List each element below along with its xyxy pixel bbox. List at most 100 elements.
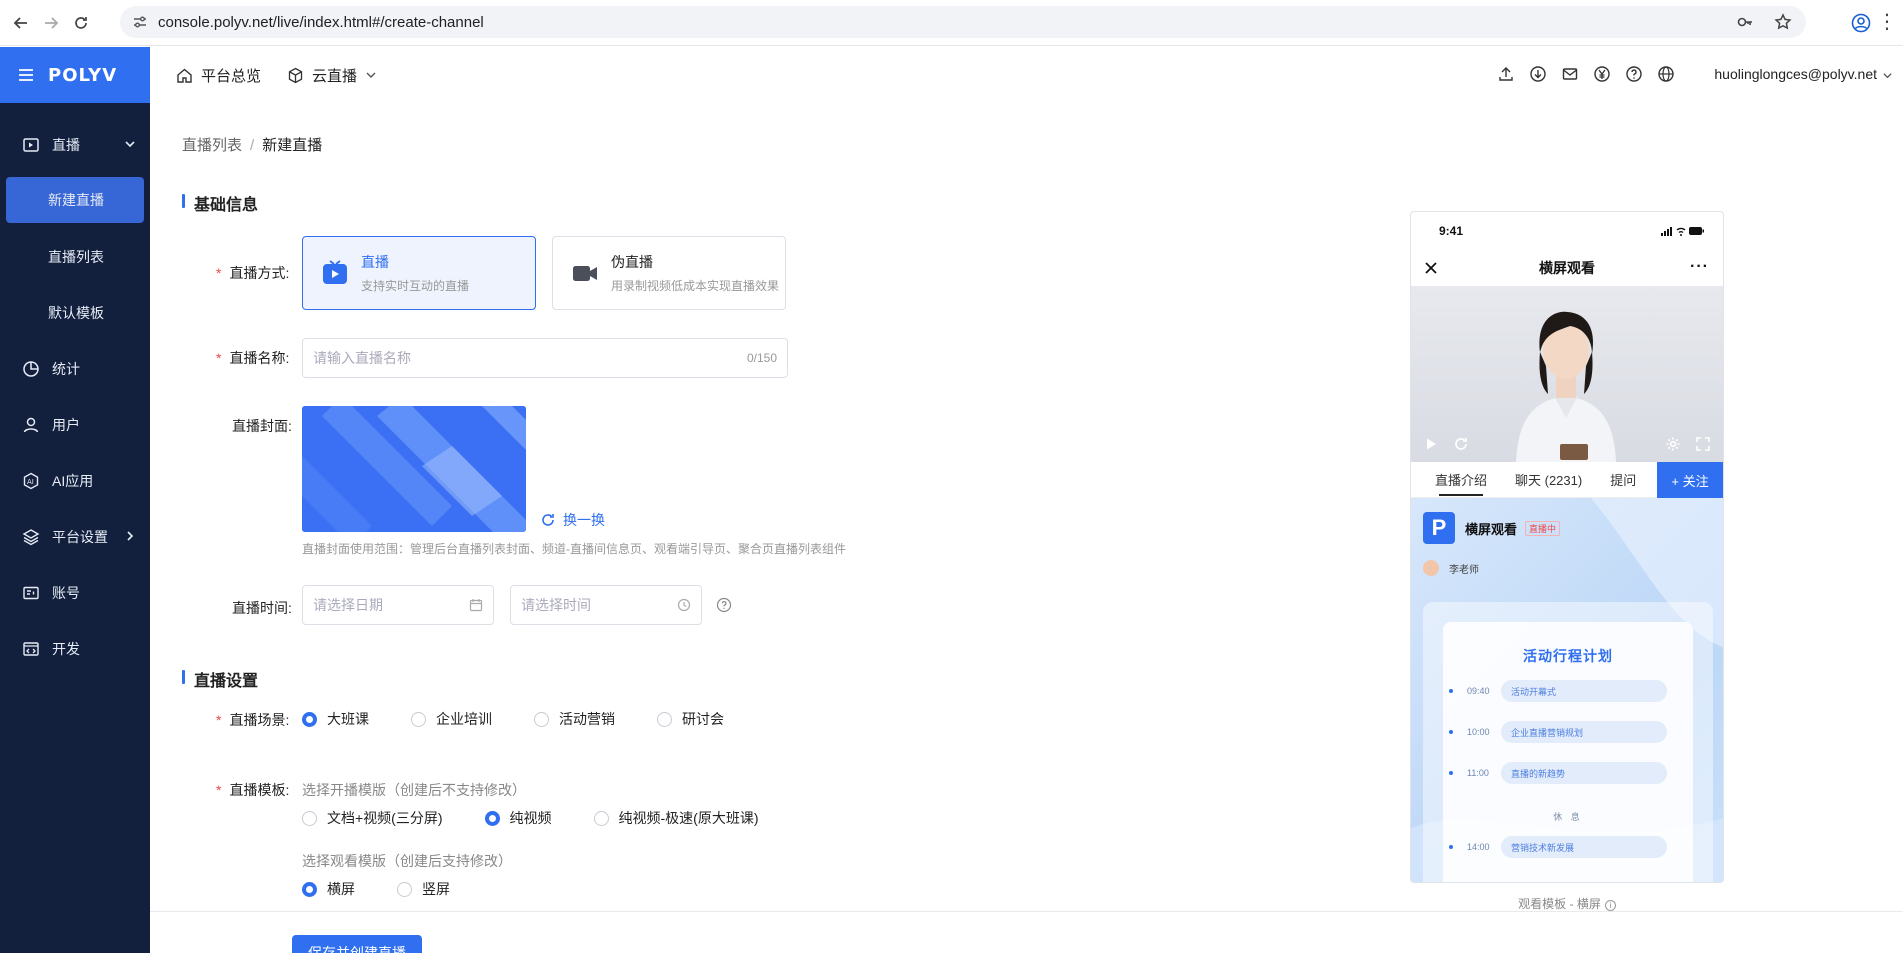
section-basic-info: 基础信息	[182, 191, 258, 215]
url-text: console.polyv.net/live/index.html#/creat…	[158, 13, 484, 31]
brand-logo: POLYV	[48, 64, 118, 86]
sidebar-item-new-live[interactable]: 新建直播	[6, 177, 144, 223]
site-settings-icon[interactable]	[132, 14, 148, 30]
sidebar-item-live[interactable]: 直播	[0, 117, 150, 173]
follow-button[interactable]: + 关注	[1657, 462, 1723, 498]
refresh-icon	[542, 514, 554, 526]
breadcrumb: 直播列表 / 新建直播	[182, 134, 322, 155]
close-icon[interactable]	[1423, 260, 1439, 276]
phone-tabs: 直播介绍 聊天 (2231) 提问 + 关注	[1411, 462, 1723, 498]
billing-yen-icon[interactable]	[1593, 65, 1611, 83]
language-globe-icon[interactable]	[1657, 65, 1675, 83]
sidebar-item-ai[interactable]: AI AI应用	[0, 453, 150, 509]
forward-icon[interactable]	[36, 8, 66, 38]
home-icon	[177, 68, 192, 83]
time-placeholder: 请选择时间	[521, 597, 591, 613]
nav-cloud-live[interactable]: 云直播	[287, 65, 377, 86]
bookmark-star-icon[interactable]	[1774, 13, 1792, 31]
help-icon[interactable]	[1625, 65, 1643, 83]
template-radio-pure-video[interactable]: 纯视频	[484, 808, 552, 828]
channel-name: 横屏观看	[1465, 521, 1518, 537]
tab-intro[interactable]: 直播介绍	[1435, 462, 1487, 498]
cover-swap-button[interactable]: 换一换	[540, 510, 605, 530]
account-email[interactable]: huolinglongces@polyv.net	[1714, 66, 1877, 82]
mail-icon[interactable]	[1561, 65, 1579, 83]
address-bar[interactable]: console.polyv.net/live/index.html#/creat…	[120, 6, 1806, 38]
fullscreen-icon[interactable]	[1695, 436, 1711, 452]
sidebar-item-label: 开发	[52, 641, 80, 657]
mode-live-card[interactable]: 直播 支持实时互动的直播	[302, 236, 536, 310]
top-header: 平台总览 云直播 huolinglongces@polyv.net	[150, 47, 1903, 103]
sidebar-item-label: 账号	[52, 585, 80, 601]
scene-radio-event-marketing[interactable]: 活动营销	[534, 709, 615, 729]
menu-toggle-icon[interactable]	[18, 68, 34, 82]
sidebar-item-live-list[interactable]: 直播列表	[0, 229, 150, 285]
scene-radio-seminar[interactable]: 研讨会	[657, 709, 724, 729]
rest-divider: 休 息	[1553, 812, 1583, 822]
watch-radio-portrait[interactable]: 竖屏	[397, 879, 450, 899]
sidebar-item-platform-settings[interactable]: 平台设置	[0, 509, 150, 565]
mode-title: 直播	[361, 254, 389, 270]
back-icon[interactable]	[6, 8, 36, 38]
time-picker-input[interactable]: 请选择时间	[510, 585, 702, 625]
breadcrumb-parent[interactable]: 直播列表	[182, 137, 242, 154]
plan-title: 活动行程计划	[1523, 648, 1613, 664]
reload-icon[interactable]	[66, 8, 96, 38]
clock-icon	[677, 598, 691, 612]
scene-radio-enterprise-training[interactable]: 企业培训	[411, 709, 492, 729]
sidebar-item-account[interactable]: 账号	[0, 565, 150, 621]
more-icon[interactable]: ···	[1690, 258, 1709, 276]
watch-template-radio-group: 横屏 竖屏	[302, 879, 492, 899]
watch-radio-landscape[interactable]: 横屏	[302, 879, 355, 899]
settings-gear-icon[interactable]	[1665, 436, 1681, 452]
start-template-hint: 选择开播模版（创建后不支持修改）	[302, 782, 526, 798]
start-template-radio-group: 文档+视频(三分屏) 纯视频 纯视频-极速(原大班课)	[302, 808, 801, 828]
calendar-icon	[469, 599, 483, 612]
sidebar-item-label: 直播	[52, 137, 80, 153]
play-icon[interactable]	[1423, 436, 1439, 452]
save-create-button[interactable]: 保存并创建直播	[292, 935, 422, 953]
mobile-preview: 9:41 横屏观看 ··· 直播介绍 聊天 (2231) 提问 + 关注 P 横…	[1410, 211, 1724, 883]
phone-video-player[interactable]	[1411, 286, 1723, 462]
chevron-down-icon[interactable]	[1882, 70, 1893, 81]
sidebar-item-default-template[interactable]: 默认模板	[0, 285, 150, 341]
presenter-image	[1516, 311, 1616, 462]
browser-menu-icon[interactable]: ⋮	[1877, 12, 1897, 34]
code-icon	[23, 642, 39, 656]
watch-template-hint: 选择观看模版（创建后支持修改）	[302, 853, 512, 869]
date-picker-input[interactable]: 请选择日期	[302, 585, 494, 625]
replay-icon[interactable]	[1453, 436, 1469, 452]
sidebar-item-users[interactable]: 用户	[0, 397, 150, 453]
teacher-name: 李老师	[1449, 564, 1479, 576]
template-radio-pure-video-fast[interactable]: 纯视频-极速(原大班课)	[593, 808, 759, 828]
info-icon[interactable]: i	[1604, 900, 1616, 911]
list-item: 11:00 直播的新趋势	[1449, 762, 1667, 784]
list-item: 09:40 活动开幕式	[1449, 680, 1667, 702]
preview-caption: 观看模板 - 横屏 i	[1410, 895, 1724, 912]
schedule-inner: 活动行程计划 09:40 活动开幕式 10:00 企业直播营销规划 11:00 直播的…	[1443, 622, 1693, 882]
question-circle-icon[interactable]	[716, 597, 732, 613]
video-camera-icon	[573, 266, 597, 281]
tab-chat[interactable]: 聊天 (2231)	[1515, 462, 1582, 498]
sidebar-item-dev[interactable]: 开发	[0, 621, 150, 677]
sidebar: POLYV 直播 新建直播 直播列表 默认模板 统计 用户 AI AI应用 平台…	[0, 47, 150, 953]
schedule-card: 活动行程计划 09:40 活动开幕式 10:00 企业直播营销规划 11:00 直播的…	[1423, 602, 1713, 882]
upload-icon[interactable]	[1497, 65, 1515, 83]
scene-radio-large-class[interactable]: 大班课	[302, 709, 369, 729]
template-radio-doc-video[interactable]: 文档+视频(三分屏)	[302, 808, 443, 828]
mode-pseudo-live-card[interactable]: 伪直播 用录制视频低成本实现直播效果	[552, 236, 786, 310]
live-name-placeholder: 请输入直播名称	[313, 350, 411, 366]
live-name-input[interactable]: 请输入直播名称 0/150	[302, 338, 788, 378]
chart-pie-icon	[23, 361, 39, 377]
mode-title: 伪直播	[611, 254, 653, 270]
tab-questions[interactable]: 提问	[1610, 462, 1636, 498]
cover-pattern-icon	[302, 406, 526, 532]
nav-platform-overview[interactable]: 平台总览	[176, 65, 261, 86]
scene-radio-group: 大班课 企业培训 活动营销 研讨会	[302, 709, 766, 729]
sidebar-item-stats[interactable]: 统计	[0, 341, 150, 397]
password-key-icon[interactable]	[1736, 13, 1754, 31]
download-icon[interactable]	[1529, 65, 1547, 83]
cover-image[interactable]	[302, 406, 526, 532]
mode-desc: 用录制视频低成本实现直播效果	[611, 279, 780, 293]
profile-icon[interactable]	[1851, 13, 1871, 33]
